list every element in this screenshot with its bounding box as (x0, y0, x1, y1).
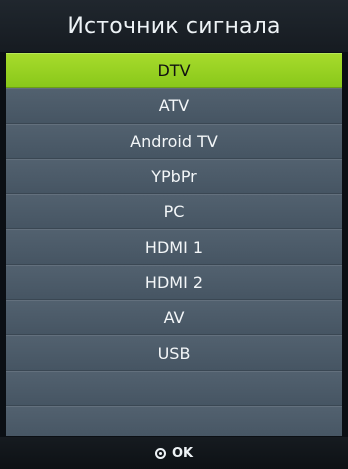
source-item-pc[interactable]: PC (6, 194, 342, 230)
source-item-hdmi-2[interactable]: HDMI 2 (6, 264, 342, 301)
source-item-av[interactable]: AV (6, 300, 342, 336)
source-item-label: YPbPr (151, 167, 197, 187)
source-item-label: ATV (158, 96, 190, 116)
source-item-android-tv[interactable]: Android TV (6, 123, 342, 159)
menu-title: Источник сигнала (67, 13, 281, 39)
source-item-ypbpr[interactable]: YPbPr (6, 158, 342, 195)
source-item-atv[interactable]: ATV (6, 88, 342, 124)
menu-header: Источник сигнала (0, 0, 348, 52)
menu-footer: OK (0, 437, 348, 469)
tv-source-menu: Источник сигнала DTV ATV Android TV YPbP… (0, 0, 348, 469)
source-item-label: Android TV (130, 131, 218, 151)
source-list: DTV ATV Android TV YPbPr PC HDMI 1 HDMI … (6, 53, 342, 436)
source-item-label: USB (157, 343, 191, 363)
ok-label: OK (171, 445, 194, 461)
empty-list-row (6, 405, 342, 436)
source-item-label: HDMI 2 (144, 272, 204, 292)
source-item-label: PC (163, 202, 185, 222)
source-item-label: AV (163, 308, 185, 328)
source-item-dtv[interactable]: DTV (6, 53, 342, 89)
empty-list-row (6, 370, 342, 406)
source-item-label: HDMI 1 (144, 237, 204, 257)
source-item-usb[interactable]: USB (6, 335, 342, 371)
source-item-hdmi-1[interactable]: HDMI 1 (6, 229, 342, 265)
ok-circle-icon (154, 447, 166, 459)
source-item-label: DTV (157, 61, 191, 81)
